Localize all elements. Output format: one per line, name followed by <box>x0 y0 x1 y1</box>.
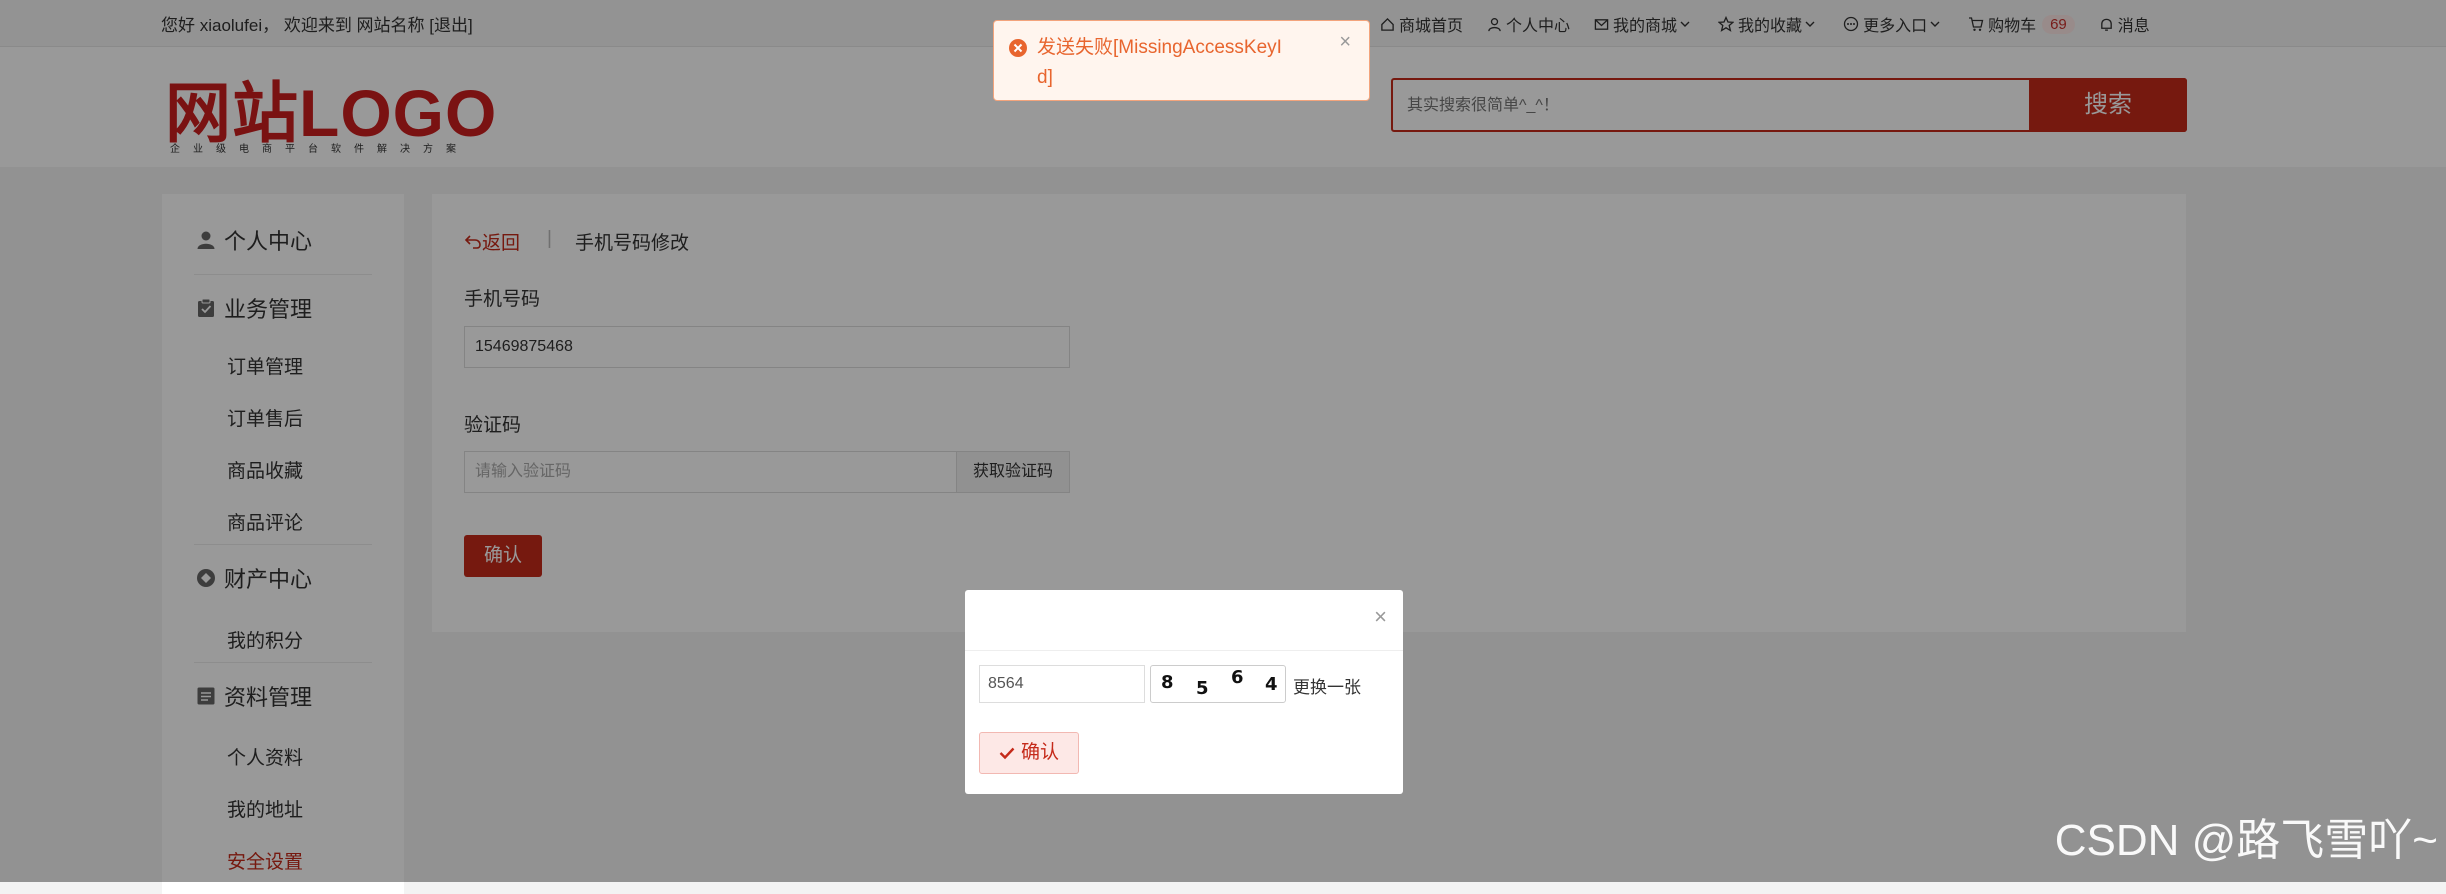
captcha-image[interactable]: 8 5 6 4 <box>1150 665 1286 703</box>
close-icon[interactable]: × <box>1374 604 1387 630</box>
captcha-digit: 5 <box>1196 678 1209 699</box>
modal-confirm-button[interactable]: 确认 <box>979 732 1079 774</box>
captcha-input[interactable]: 8564 <box>979 665 1145 703</box>
modal-divider <box>965 650 1403 651</box>
captcha-digit: 8 <box>1161 672 1174 693</box>
error-toast: 发送失败[MissingAccessKeyId] × <box>993 20 1370 101</box>
error-icon <box>1009 39 1027 57</box>
close-icon[interactable]: × <box>1339 31 1351 54</box>
watermark: CSDN @路飞雪吖~ <box>2054 816 2438 865</box>
modal-confirm-label: 确认 <box>1020 742 1059 763</box>
refresh-captcha-link[interactable]: 更换一张 <box>1293 673 1361 698</box>
captcha-digit: 4 <box>1265 674 1278 695</box>
toast-message: 发送失败[MissingAccessKeyId] <box>1037 37 1282 88</box>
captcha-digit: 6 <box>1231 667 1244 688</box>
check-icon <box>999 747 1015 760</box>
captcha-modal: × 8564 8 5 6 4 更换一张 确认 <box>965 590 1403 794</box>
